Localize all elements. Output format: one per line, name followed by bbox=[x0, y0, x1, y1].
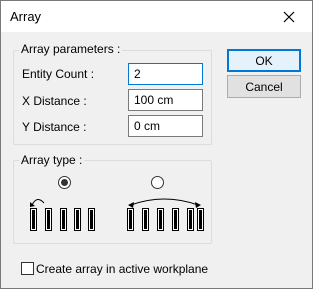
x-distance-field[interactable]: 100 cm bbox=[128, 89, 203, 111]
y-distance-field[interactable]: 0 cm bbox=[128, 115, 203, 137]
close-icon bbox=[283, 11, 295, 22]
array-dialog: Array Array parameters : Entity Count : … bbox=[0, 0, 313, 289]
array-parameters-legend: Array parameters : bbox=[19, 42, 123, 56]
sequential-array-radio[interactable] bbox=[58, 176, 71, 189]
entity-count-field[interactable]: 2 bbox=[128, 63, 203, 85]
x-distance-label: X Distance : bbox=[22, 94, 87, 108]
y-distance-label: Y Distance : bbox=[22, 120, 87, 134]
ok-button[interactable]: OK bbox=[227, 49, 301, 72]
close-button[interactable] bbox=[266, 1, 312, 32]
title-bar: Array bbox=[1, 1, 312, 32]
span-array-icon bbox=[127, 198, 204, 231]
cancel-button[interactable]: Cancel bbox=[227, 75, 301, 98]
sequential-array-icon bbox=[30, 199, 95, 231]
entity-count-label: Entity Count : bbox=[22, 67, 95, 81]
array-type-legend: Array type : bbox=[19, 153, 85, 167]
workplane-checkbox[interactable] bbox=[21, 262, 34, 275]
workplane-checkbox-label[interactable]: Create array in active workplane bbox=[36, 262, 208, 276]
span-array-radio[interactable] bbox=[151, 176, 164, 189]
window-title: Array bbox=[10, 9, 42, 24]
